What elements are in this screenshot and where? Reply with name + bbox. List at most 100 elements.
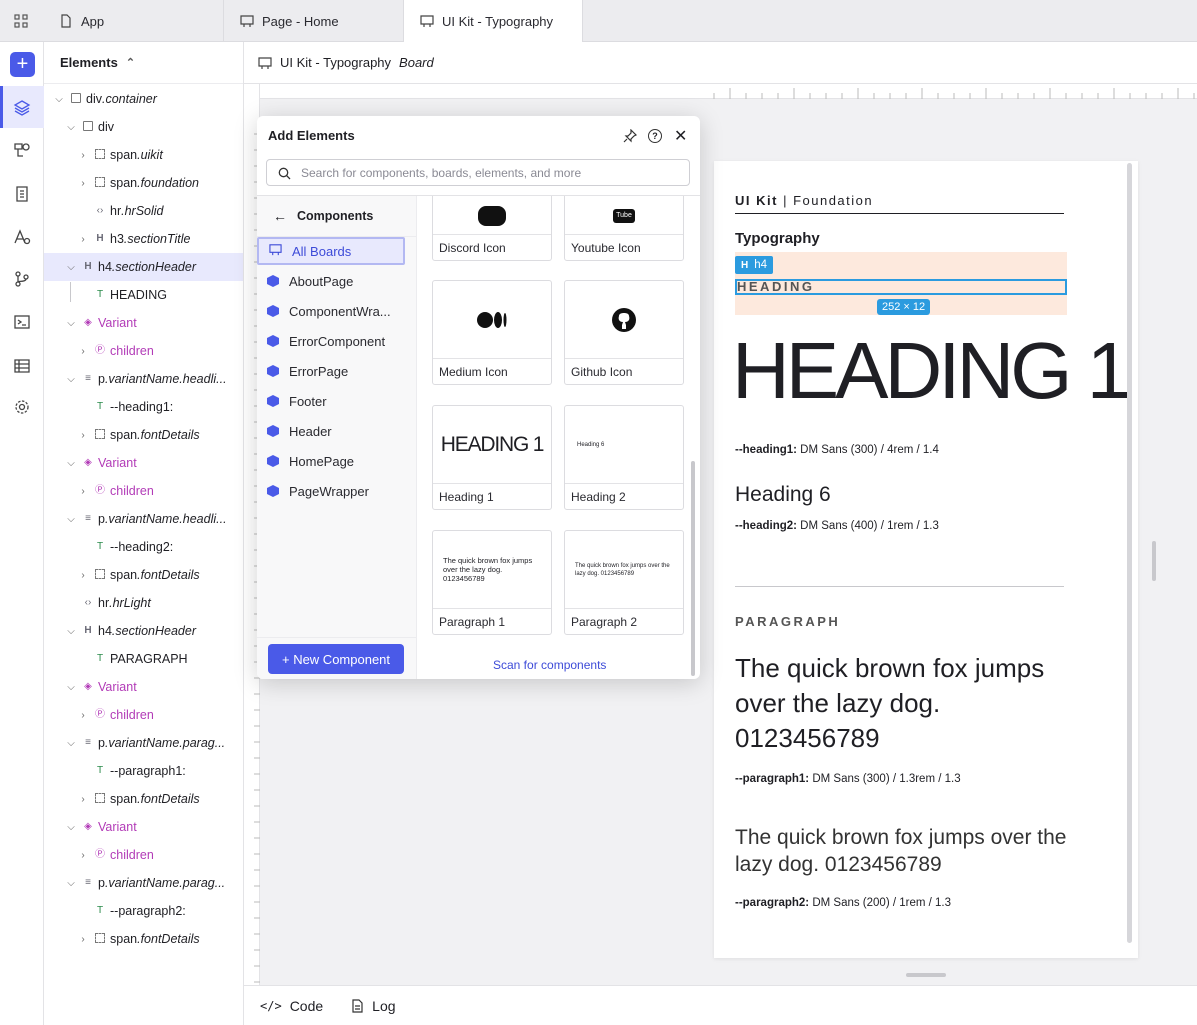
component-card[interactable]: Heading 6 Heading 2 [564, 405, 684, 510]
chevron-icon[interactable]: ⌵ [66, 458, 76, 469]
tab-app[interactable]: App [43, 0, 224, 42]
gear-icon[interactable] [10, 395, 34, 419]
tree-row[interactable]: ‹› hr .hrSolid [44, 197, 243, 225]
category-item[interactable]: Footer [257, 387, 405, 415]
chevron-icon[interactable]: ⌵ [66, 822, 76, 833]
typography-board[interactable]: UI Kit | Foundation Typography Hh4 HEADI… [714, 161, 1138, 958]
tree-row[interactable]: T PARAGRAPH [44, 645, 243, 673]
heading-icon: H [84, 261, 92, 272]
pin-icon[interactable] [623, 128, 638, 143]
category-item[interactable]: ComponentWra... [257, 297, 405, 325]
tree-row[interactable]: › span .fontDetails [44, 561, 243, 589]
apps-grid-icon[interactable] [14, 14, 28, 28]
tree-row[interactable]: ⌵ ≡ p .variantName.headli... [44, 365, 243, 393]
chevron-icon[interactable]: ⌵ [66, 318, 76, 329]
tree-row[interactable]: ⌵ ≡ p .variantName.parag... [44, 869, 243, 897]
tab-page-home[interactable]: Page - Home [224, 0, 404, 42]
tab-ui-kit-typography[interactable]: UI Kit - Typography [404, 0, 583, 42]
component-card[interactable]: Medium Icon [432, 280, 552, 385]
component-card[interactable]: HEADING 1 Heading 1 [432, 405, 552, 510]
category-item[interactable]: PageWrapper [257, 477, 405, 505]
component-card[interactable]: The quick brown fox jumps over the lazy … [432, 530, 552, 635]
tree-row[interactable]: ⌵ ◈ Variant [44, 673, 243, 701]
tree-row[interactable]: › span .foundation [44, 169, 243, 197]
layers-icon[interactable] [10, 96, 34, 120]
chevron-icon[interactable]: › [78, 794, 88, 805]
collapse-toggle-icon[interactable]: ⌃ [126, 56, 135, 69]
component-card[interactable]: Tube Youtube Icon [564, 196, 684, 261]
chevron-icon[interactable]: › [78, 710, 88, 721]
chevron-icon[interactable]: ⌵ [66, 626, 76, 637]
back-to-components[interactable]: ← Components [273, 208, 373, 224]
tree-row[interactable]: › Hh3 .sectionTitle [44, 225, 243, 253]
chevron-icon[interactable]: ⌵ [66, 374, 76, 385]
grid-scrollbar[interactable] [691, 461, 695, 676]
terminal-icon[interactable] [10, 310, 34, 334]
tree-row[interactable]: T --heading2: [44, 533, 243, 561]
table-icon[interactable] [10, 354, 34, 378]
tree-row[interactable]: ⌵ Hh4 .sectionHeader [44, 617, 243, 645]
chevron-icon[interactable]: › [78, 934, 88, 945]
tree-row[interactable]: ⌵ div .container [44, 85, 243, 113]
chevron-icon[interactable]: › [78, 850, 88, 861]
resize-handle-right[interactable] [1152, 541, 1156, 581]
chevron-icon[interactable]: ⌵ [54, 94, 64, 105]
log-button[interactable]: Log [351, 998, 396, 1014]
chevron-icon[interactable]: › [78, 178, 88, 189]
tree-row[interactable]: T HEADING [44, 281, 243, 309]
board-scrollbar[interactable] [1127, 163, 1132, 943]
resize-handle-bottom[interactable] [906, 973, 946, 977]
tree-row[interactable]: T --paragraph1: [44, 757, 243, 785]
chevron-icon[interactable]: › [78, 150, 88, 161]
tree-row[interactable]: T --paragraph2: [44, 897, 243, 925]
chevron-icon[interactable]: ⌵ [66, 122, 76, 133]
tree-row[interactable]: ⌵ ◈ Variant [44, 813, 243, 841]
close-icon[interactable]: ✕ [674, 126, 687, 146]
tree-row[interactable]: › span .fontDetails [44, 925, 243, 953]
category-item[interactable]: Header [257, 417, 405, 445]
tree-row[interactable]: ⌵ ≡ p .variantName.parag... [44, 729, 243, 757]
chevron-icon[interactable]: ⌵ [66, 738, 76, 749]
chevron-icon[interactable]: ⌵ [66, 514, 76, 525]
component-card[interactable]: Discord Icon [432, 196, 552, 261]
tree-row[interactable]: ⌵ ◈ Variant [44, 449, 243, 477]
tree-row[interactable]: ⌵ Hh4 .sectionHeader [44, 253, 243, 281]
chevron-icon[interactable]: › [78, 570, 88, 581]
scan-components-link[interactable]: Scan for components [493, 658, 606, 672]
chevron-icon[interactable]: › [78, 486, 88, 497]
component-settings-icon[interactable] [10, 138, 34, 162]
add-element-button[interactable]: + [10, 52, 35, 77]
category-item[interactable]: HomePage [257, 447, 405, 475]
typography-icon[interactable] [10, 225, 34, 249]
category-item[interactable]: ErrorComponent [257, 327, 405, 355]
page-icon[interactable] [10, 182, 34, 206]
search-input[interactable]: Search for components, boards, elements,… [266, 159, 690, 186]
tree-row[interactable]: ‹› hr .hrLight [44, 589, 243, 617]
tree-row[interactable]: › span .fontDetails [44, 421, 243, 449]
category-item[interactable]: ErrorPage [257, 357, 405, 385]
tree-row[interactable]: T --heading1: [44, 393, 243, 421]
component-card[interactable]: Github Icon [564, 280, 684, 385]
chevron-icon[interactable]: › [78, 346, 88, 357]
tree-row[interactable]: ⌵ ≡ p .variantName.headli... [44, 505, 243, 533]
tree-row[interactable]: › span .uikit [44, 141, 243, 169]
category-item[interactable]: AboutPage [257, 267, 405, 295]
tree-row[interactable]: › Ⓟchildren [44, 337, 243, 365]
category-item[interactable]: All Boards [257, 237, 405, 265]
component-card[interactable]: The quick brown fox jumps over the lazy … [564, 530, 684, 635]
code-button[interactable]: </> Code [260, 998, 323, 1014]
chevron-icon[interactable]: ⌵ [66, 682, 76, 693]
tree-row[interactable]: › Ⓟchildren [44, 841, 243, 869]
tree-row[interactable]: ⌵ div [44, 113, 243, 141]
tree-row[interactable]: › Ⓟchildren [44, 701, 243, 729]
chevron-icon[interactable]: › [78, 430, 88, 441]
help-icon[interactable]: ? [648, 129, 662, 143]
git-branch-icon[interactable] [10, 267, 34, 291]
chevron-icon[interactable]: › [78, 234, 88, 245]
tree-row[interactable]: ⌵ ◈ Variant [44, 309, 243, 337]
tree-row[interactable]: › Ⓟchildren [44, 477, 243, 505]
new-component-button[interactable]: + New Component [268, 644, 404, 674]
tree-row[interactable]: › span .fontDetails [44, 785, 243, 813]
chevron-icon[interactable]: ⌵ [66, 878, 76, 889]
chevron-icon[interactable]: ⌵ [66, 262, 76, 273]
